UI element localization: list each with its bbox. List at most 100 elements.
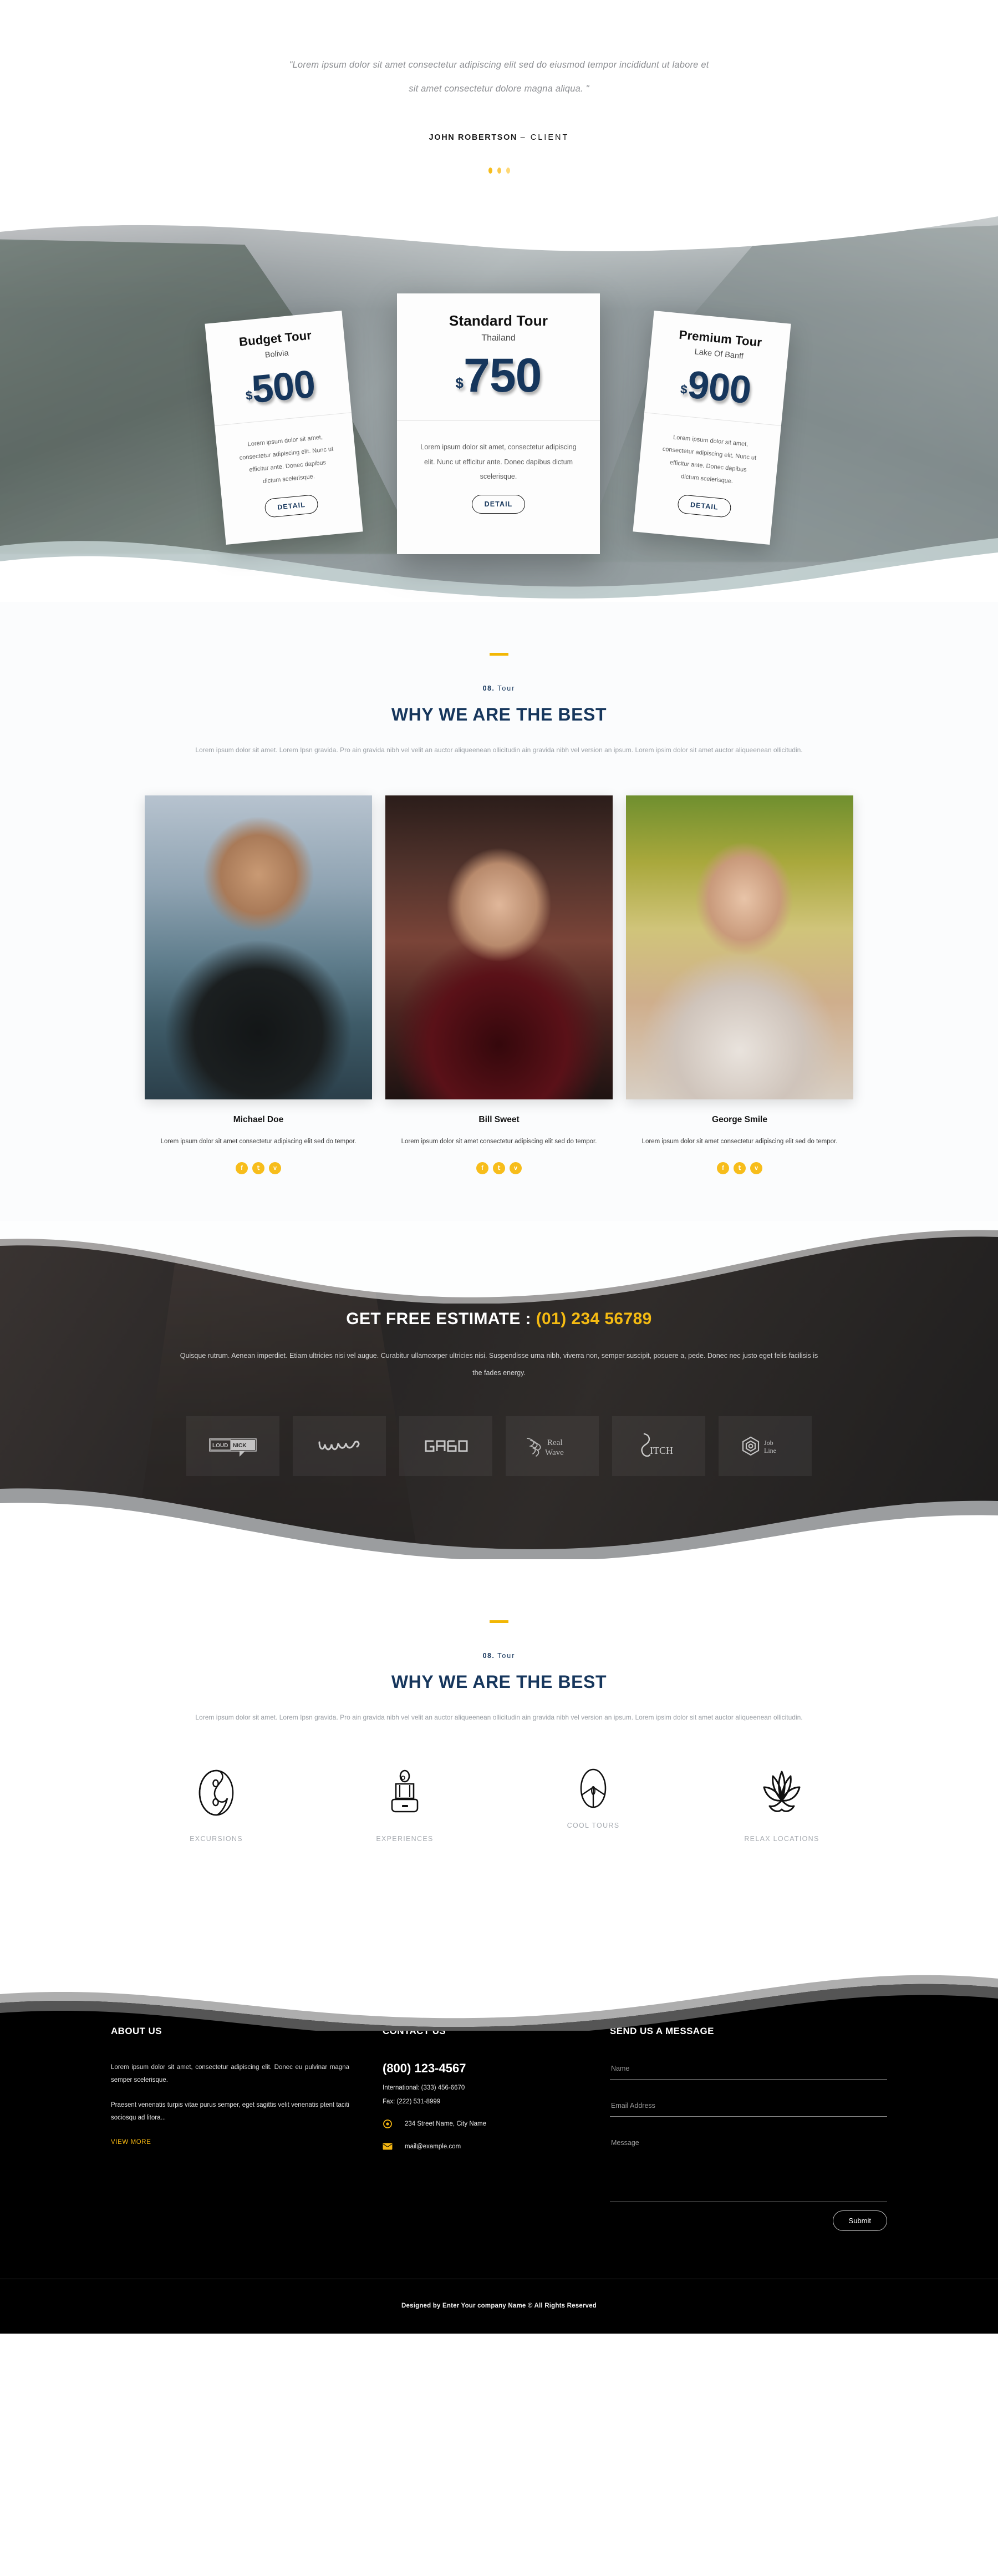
section-eyebrow-word: Tour: [497, 684, 516, 692]
team-card: Bill Sweet Lorem ipsum dolor sit amet co…: [385, 795, 613, 1174]
loudnick-icon: LOUD NICK: [209, 1438, 257, 1457]
twitter-icon[interactable]: 𝗍: [252, 1162, 264, 1174]
client-logo-jobline[interactable]: Job Line: [719, 1416, 812, 1477]
team-member-socials: f 𝗍 v: [385, 1162, 613, 1174]
carousel-dot-1[interactable]: [488, 167, 492, 174]
job-line-icon: Job Line: [742, 1436, 776, 1456]
team-member-bio: Lorem ipsum dolor sit amet consectetur a…: [401, 1138, 597, 1145]
heading-rule: [490, 652, 508, 656]
team-member-name: Michael Doe: [233, 1115, 284, 1125]
footer-email-row: mail@example.com: [383, 2143, 610, 2150]
pitch-icon: ITCH: [641, 1433, 673, 1457]
team-member-bio: Lorem ipsum dolor sit amet consectetur a…: [160, 1138, 357, 1145]
svg-text:Line: Line: [764, 1447, 776, 1454]
service-item-cool-tours[interactable]: COOL TOURS: [499, 1767, 688, 1843]
submit-button[interactable]: Submit: [832, 2210, 887, 2232]
footer-message-title: SEND US A MESSAGE: [610, 2026, 714, 2037]
section-eyebrow-word: Tour: [497, 1651, 516, 1660]
pricing-card-title: Standard Tour: [449, 312, 548, 329]
pricing-detail-button[interactable]: DETAIL: [471, 495, 526, 514]
footer-column-message: SEND US A MESSAGE Submit: [610, 2026, 887, 2232]
testimonial-quote-line-1: "Lorem ipsum dolor sit amet consectetur …: [289, 60, 709, 70]
team-member-photo: [626, 795, 853, 1100]
testimonial-carousel-dots[interactable]: [0, 167, 998, 174]
estimate-bottom-wave: [0, 1488, 998, 1559]
service-label: COOL TOURS: [567, 1822, 620, 1830]
estimate-title-prefix: GET FREE ESTIMATE :: [346, 1309, 536, 1328]
team-section: 08. Tour WHY WE ARE THE BEST Lorem ipsum…: [0, 601, 998, 1221]
svg-text:Job: Job: [764, 1439, 773, 1447]
real-wave-icon: Real Wave: [527, 1438, 564, 1457]
footer: ABOUT US Lorem ipsum dolor sit amet, con…: [0, 1937, 998, 2334]
client-logo-realwave[interactable]: Real Wave: [506, 1416, 599, 1477]
service-label: EXCURSIONS: [190, 1835, 243, 1843]
pricing-card-budget[interactable]: Budget Tour Bolivia $500 Lorem ipsum dol…: [205, 310, 363, 545]
pricing-card-premium[interactable]: Premium Tour Lake Of Banff $900 Lorem ip…: [633, 310, 791, 545]
svg-text:Wave: Wave: [545, 1448, 564, 1457]
service-item-experiences[interactable]: EXPERIENCES: [310, 1767, 499, 1843]
message-textarea[interactable]: [610, 2136, 887, 2203]
section-eyebrow-number: 08.: [482, 684, 495, 692]
vimeo-icon[interactable]: v: [510, 1162, 522, 1174]
email-input[interactable]: [610, 2098, 887, 2117]
carousel-dot-2[interactable]: [497, 167, 501, 174]
pricing-amount: 900: [685, 362, 753, 412]
pricing-section: Budget Tour Bolivia $500 Lorem ipsum dol…: [0, 206, 998, 602]
facebook-icon[interactable]: f: [236, 1162, 248, 1174]
client-logo-pitch[interactable]: ITCH: [612, 1416, 705, 1477]
footer-about-title: ABOUT US: [111, 2026, 162, 2037]
pricing-amount: 500: [249, 362, 317, 411]
pricing-card-price: $900: [661, 362, 770, 412]
facebook-icon[interactable]: f: [476, 1162, 488, 1174]
team-member-photo: [385, 795, 613, 1100]
pricing-card-description: Lorem ipsum dolor sit amet, consectetur …: [420, 443, 577, 480]
name-input[interactable]: [610, 2061, 887, 2080]
client-logo-wire[interactable]: [293, 1416, 386, 1477]
vimeo-icon[interactable]: v: [269, 1162, 281, 1174]
estimate-phone-number[interactable]: (01) 234 56789: [536, 1310, 652, 1328]
team-member-socials: f 𝗍 v: [145, 1162, 372, 1174]
pricing-detail-button[interactable]: DETAIL: [676, 494, 732, 518]
svg-text:ITCH: ITCH: [650, 1445, 673, 1456]
section-description: Lorem ipsum dolor sit amet. Lorem Ipsn g…: [195, 1713, 803, 1721]
footer-column-about: ABOUT US Lorem ipsum dolor sit amet, con…: [111, 2026, 349, 2231]
location-pin-icon: [383, 2119, 393, 2129]
service-item-excursions[interactable]: EXCURSIONS: [122, 1767, 310, 1843]
meditation-icon: [310, 1767, 499, 1818]
svg-text:Real: Real: [547, 1438, 563, 1447]
footer-fax: Fax: (222) 531-8999: [383, 2098, 441, 2106]
copyright-bar: Designed by Enter Your company Name © Al…: [0, 2279, 998, 2334]
pricing-cards: Budget Tour Bolivia $500 Lorem ipsum dol…: [0, 207, 998, 602]
team-member-name: George Smile: [712, 1115, 767, 1125]
heading-rule: [490, 1620, 508, 1623]
service-item-relax-locations[interactable]: RELAX LOCATIONS: [688, 1767, 876, 1843]
team-card: George Smile Lorem ipsum dolor sit amet …: [626, 795, 853, 1174]
pricing-card-standard[interactable]: Standard Tour Thailand $750 Lorem ipsum …: [397, 293, 600, 554]
carousel-dot-3[interactable]: [506, 167, 510, 174]
footer-phone-main[interactable]: (800) 123-4567: [383, 2061, 610, 2076]
section-title: WHY WE ARE THE BEST: [391, 704, 607, 724]
pricing-card-price: $500: [225, 362, 334, 411]
vimeo-icon[interactable]: v: [750, 1162, 762, 1174]
footer-email[interactable]: mail@example.com: [405, 2143, 461, 2150]
twitter-icon[interactable]: 𝗍: [493, 1162, 505, 1174]
services-grid: EXCURSIONS EXPERIENCES COOL TOURS RELAX …: [0, 1767, 998, 1843]
svg-text:NICK: NICK: [233, 1443, 247, 1449]
gabo-icon: [425, 1440, 468, 1452]
footer-address-row: 234 Street Name, City Name: [383, 2119, 610, 2129]
team-card: Michael Doe Lorem ipsum dolor sit amet c…: [145, 795, 372, 1174]
estimate-section: GET FREE ESTIMATE : (01) 234 56789 Quisq…: [0, 1220, 998, 1559]
yin-yang-icon: [122, 1767, 310, 1818]
wire-icon: [318, 1441, 360, 1451]
client-logo-gabo[interactable]: [399, 1416, 492, 1477]
twitter-icon[interactable]: 𝗍: [734, 1162, 746, 1174]
svg-text:LOUD: LOUD: [212, 1443, 228, 1449]
testimonial-author-name: JOHN ROBERTSON: [429, 133, 518, 142]
footer-phone-international: International: (333) 456-6670: [383, 2085, 465, 2092]
service-label: RELAX LOCATIONS: [744, 1835, 819, 1843]
facebook-icon[interactable]: f: [717, 1162, 729, 1174]
view-more-link[interactable]: VIEW MORE: [111, 2139, 151, 2146]
testimonial-quote-line-2: sit amet consectetur dolore magna aliqua…: [409, 83, 589, 94]
pricing-detail-button[interactable]: DETAIL: [263, 494, 319, 518]
client-logo-loudnick[interactable]: LOUD NICK: [186, 1416, 279, 1477]
